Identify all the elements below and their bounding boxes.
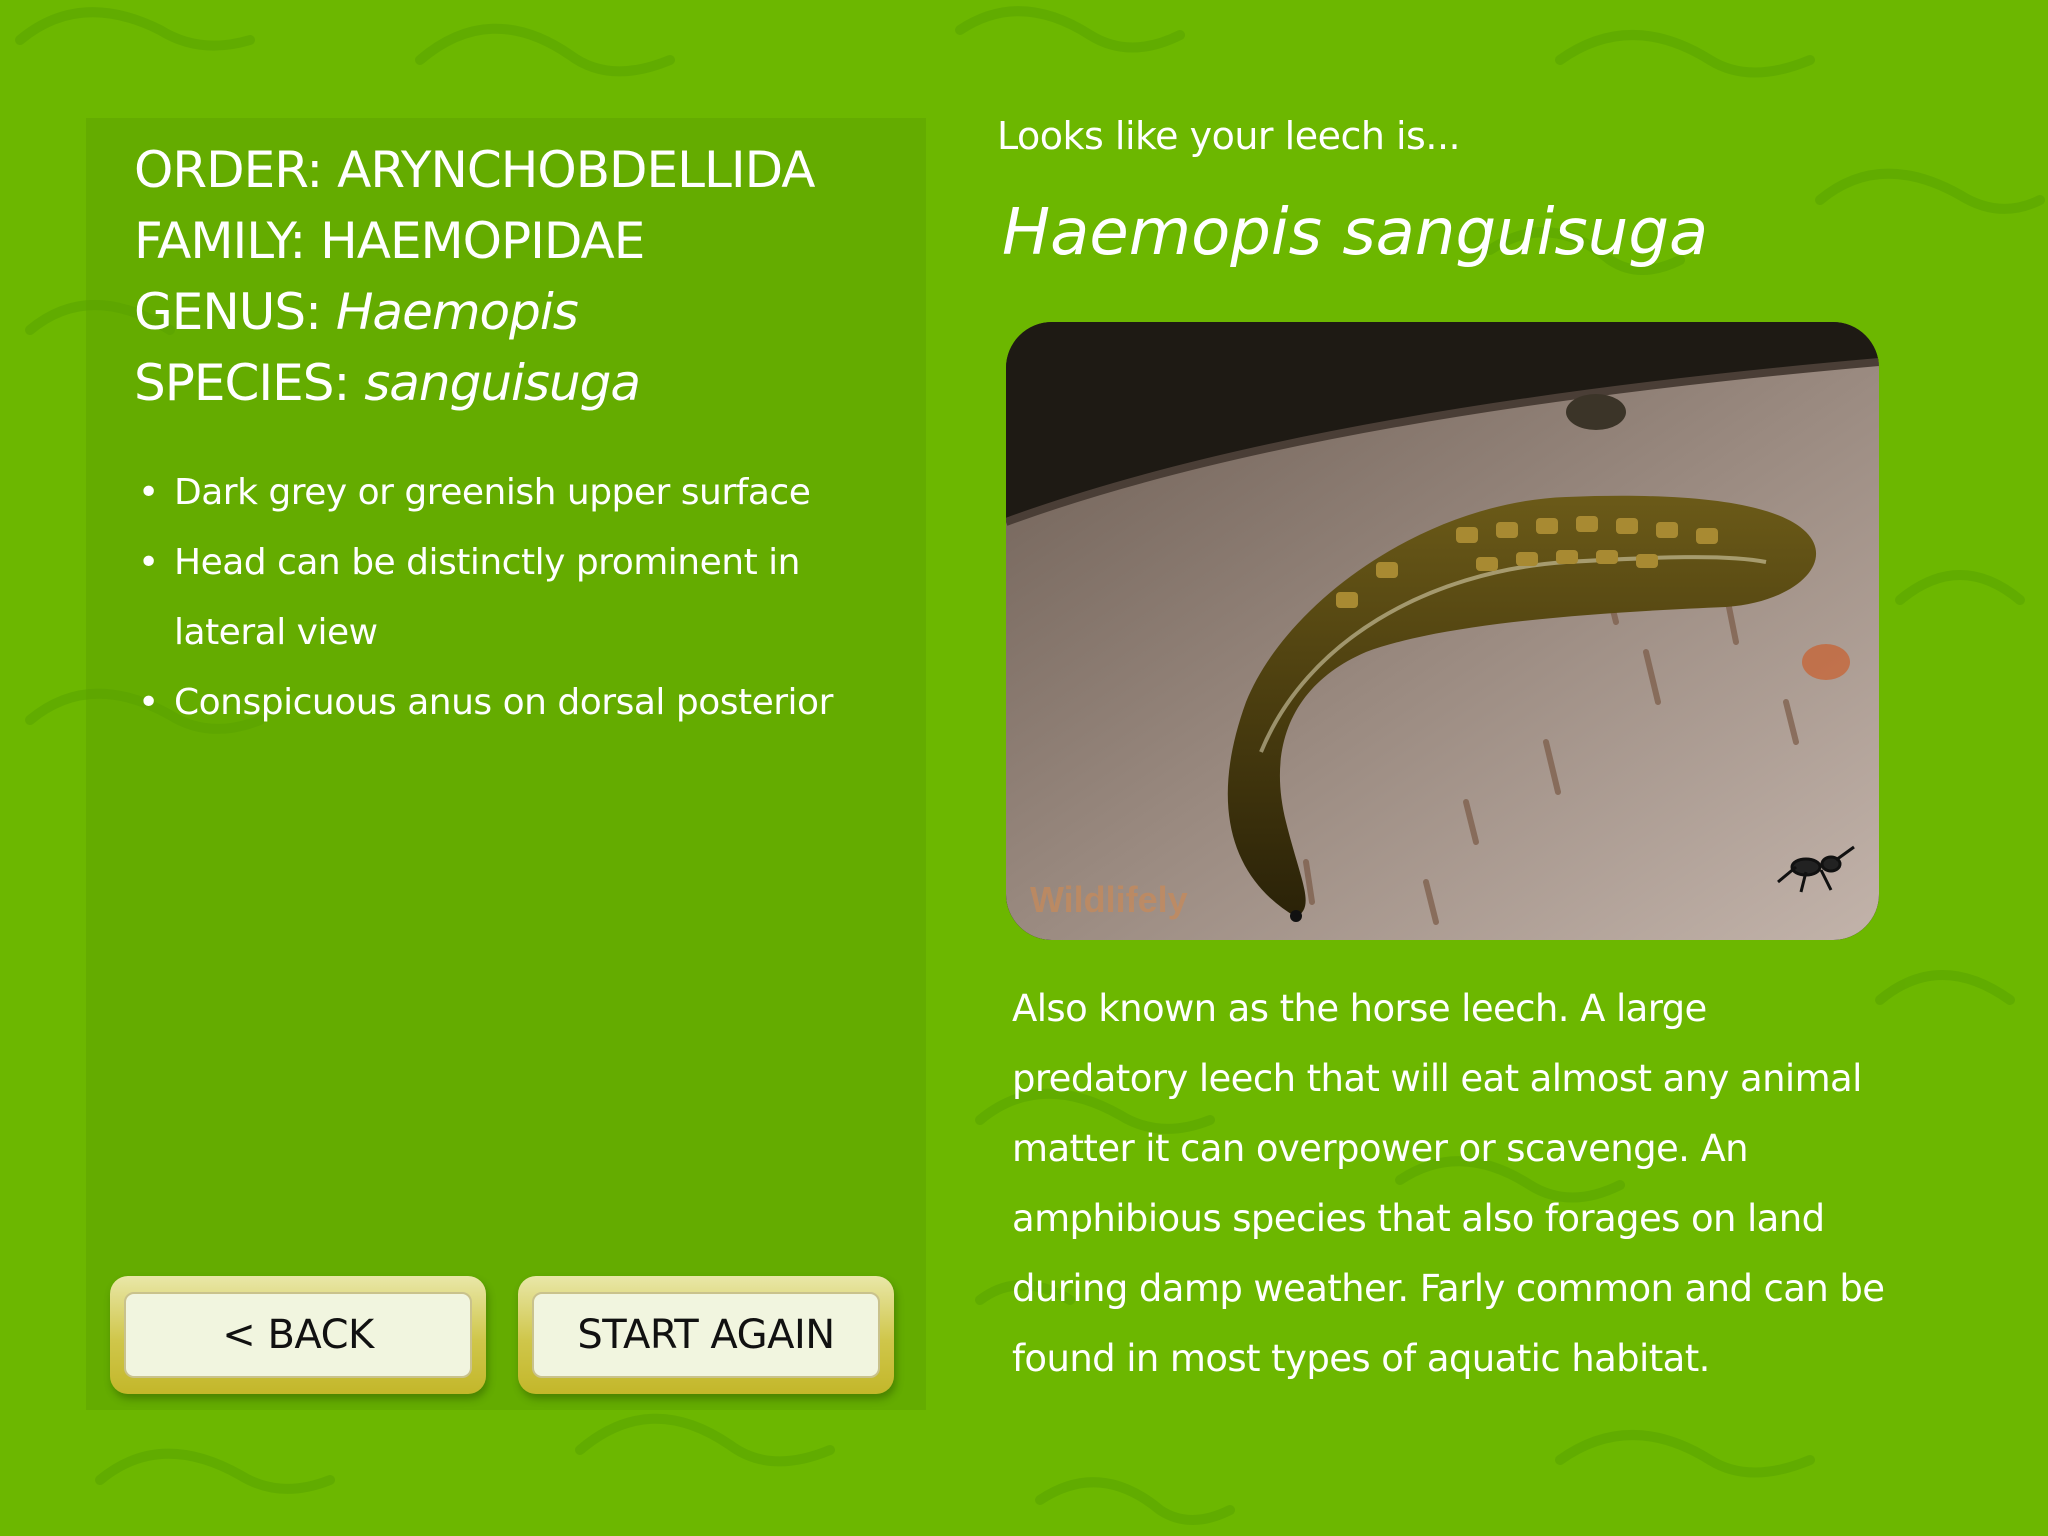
back-button[interactable]: < BACK xyxy=(110,1276,486,1394)
list-item: • Conspicuous anus on dorsal posterior xyxy=(138,668,898,738)
genus-row: GENUS: Haemopis xyxy=(134,283,579,341)
bullet-icon: • xyxy=(138,472,159,513)
bullet-icon: • xyxy=(138,542,159,583)
order-row: ORDER: ARYNCHOBDELLIDA xyxy=(134,141,815,199)
traits-list: • Dark grey or greenish upper surface • He… xyxy=(138,458,898,738)
start-again-button-label: START AGAIN xyxy=(532,1292,880,1378)
genus-value: Haemopis xyxy=(335,283,579,341)
species-description: Also known as the horse leech. A large p… xyxy=(1012,987,1885,1380)
back-button-label: < BACK xyxy=(124,1292,472,1378)
bullet-icon: • xyxy=(138,682,159,723)
family-value: HAEMOPIDAE xyxy=(320,212,645,270)
family-row: FAMILY: HAEMOPIDAE xyxy=(134,212,645,270)
list-item: • Head can be distinctly prominent in lat… xyxy=(138,528,898,668)
taxonomy-block: ORDER: ARYNCHOBDELLIDA FAMILY: HAEMOPIDA… xyxy=(134,135,894,419)
photo-watermark: Wildlifely xyxy=(1030,879,1188,920)
list-item: • Dark grey or greenish upper surface xyxy=(138,458,898,528)
leech-photo-illustration: Wildlifely xyxy=(1006,322,1879,940)
species-row: SPECIES: sanguisuga xyxy=(134,354,641,412)
leech-photo: Wildlifely xyxy=(1006,322,1879,940)
species-title: Haemopis sanguisuga xyxy=(1002,196,1709,270)
order-value: ARYNCHOBDELLIDA xyxy=(337,141,815,199)
species-value: sanguisuga xyxy=(364,354,641,412)
start-again-button[interactable]: START AGAIN xyxy=(518,1276,894,1394)
result-intro: Looks like your leech is... xyxy=(997,114,1461,158)
